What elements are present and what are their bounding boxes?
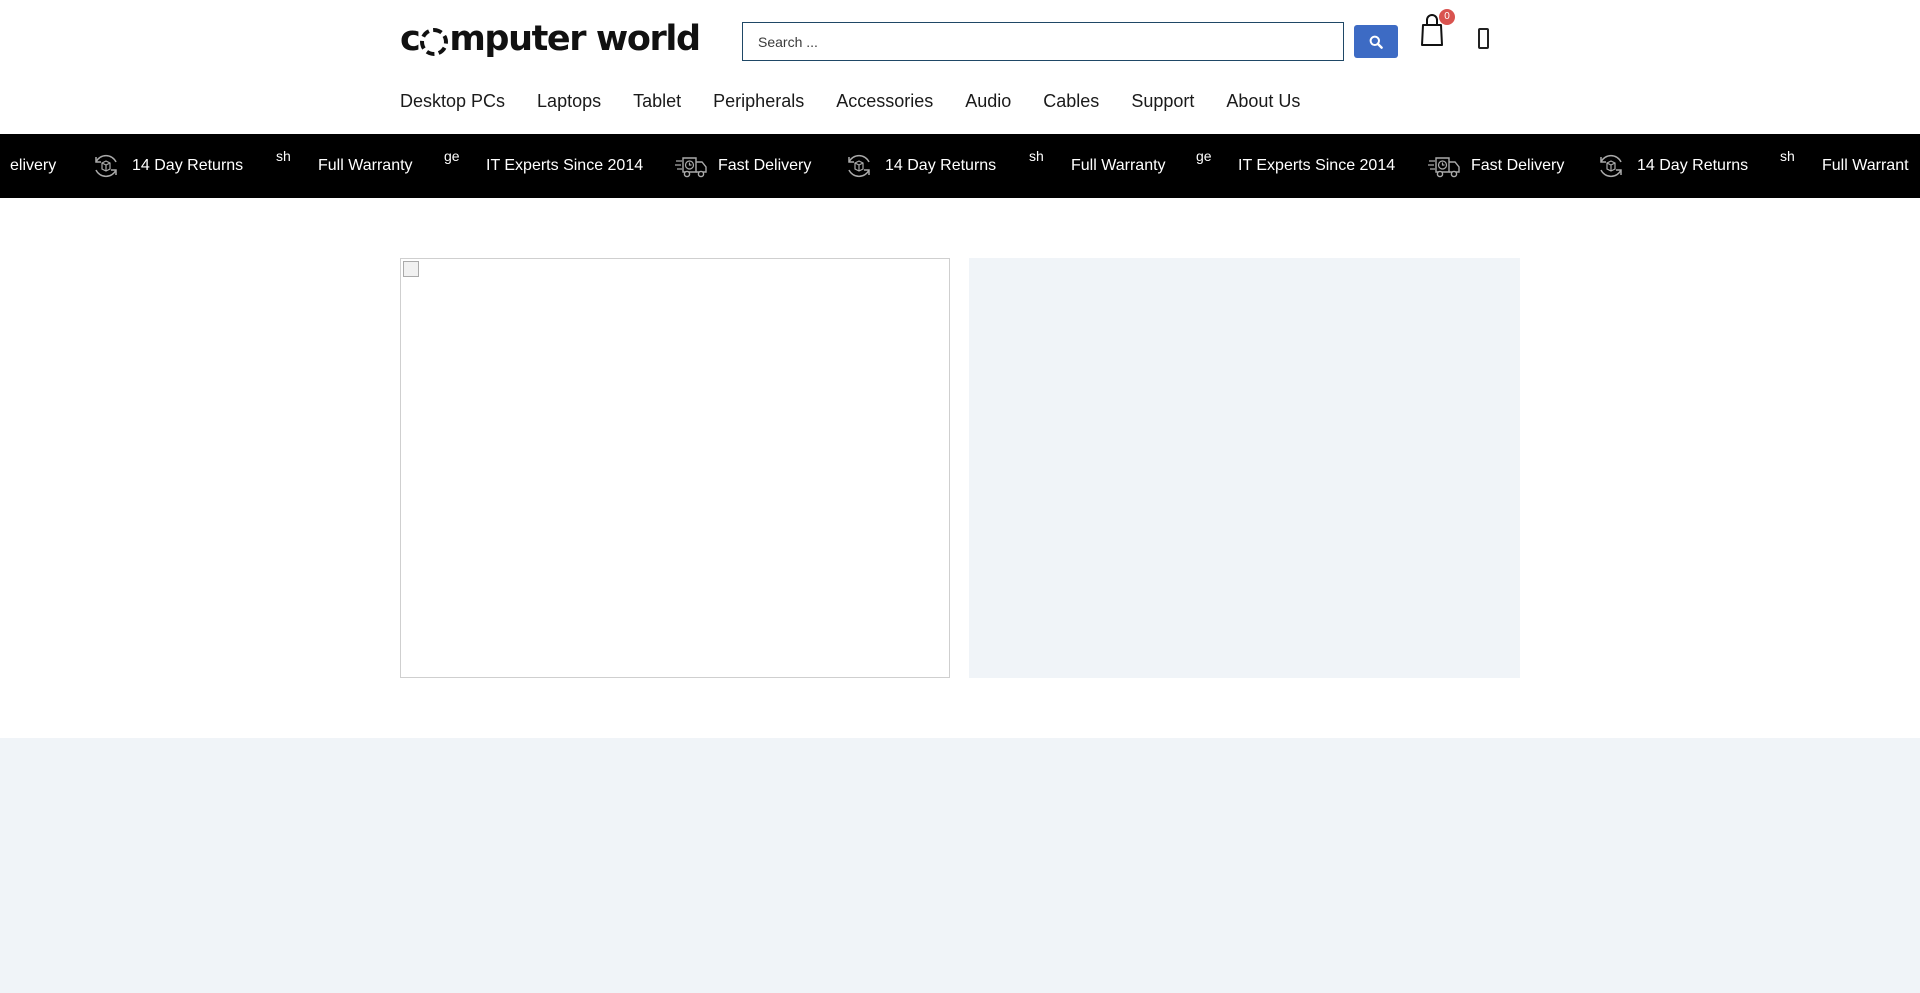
ticker-label: elivery — [10, 157, 57, 174]
ticker-item: elivery — [10, 134, 56, 198]
nav-audio[interactable]: Audio — [965, 88, 1011, 114]
warranty-shield-icon: sh — [1029, 148, 1044, 164]
search-input[interactable] — [742, 22, 1344, 61]
nav-peripherals[interactable]: Peripherals — [713, 88, 804, 114]
ticker-item: sh Full Warrant — [1780, 134, 1910, 198]
ticker-label: 14 Day Returns — [132, 157, 244, 174]
main-navigation: Desktop PCs Laptops Tablet Peripherals A… — [400, 88, 1332, 114]
warranty-shield-icon: sh — [276, 148, 291, 164]
search-button[interactable] — [1354, 25, 1398, 58]
site-logo[interactable]: c mputer world — [400, 17, 701, 61]
ticker-track: elivery 14 Day Returns sh Full Warranty … — [0, 134, 1920, 198]
ticker-item: sh Full Warranty — [1029, 134, 1166, 198]
logo-text-start: c — [400, 19, 421, 59]
delivery-truck-icon — [674, 152, 708, 180]
account-icon[interactable] — [1478, 28, 1489, 49]
site-header: c mputer world 0 Desktop PCs Laptops Tabl… — [0, 0, 1920, 134]
nav-laptops[interactable]: Laptops — [537, 88, 601, 114]
nav-support[interactable]: Support — [1131, 88, 1194, 114]
ticker-item: ge IT Experts Since 2014 — [1196, 134, 1395, 198]
returns-icon — [1595, 150, 1627, 182]
nav-desktop-pcs[interactable]: Desktop PCs — [400, 88, 505, 114]
product-info-panel — [969, 258, 1520, 678]
experts-gear-icon: ge — [444, 148, 460, 164]
benefits-ticker: elivery 14 Day Returns sh Full Warranty … — [0, 134, 1920, 198]
ticker-item: 14 Day Returns — [1595, 134, 1748, 198]
ticker-label: 14 Day Returns — [1637, 157, 1749, 174]
broken-image-icon — [403, 261, 419, 277]
returns-icon — [843, 150, 875, 182]
ticker-item: 14 Day Returns — [90, 134, 243, 198]
ticker-item: sh Full Warranty — [276, 134, 413, 198]
search-icon — [1369, 35, 1383, 49]
cart-count-badge: 0 — [1439, 9, 1455, 25]
ticker-label: Fast Delivery — [718, 157, 812, 174]
logo-ring-icon — [420, 28, 449, 56]
ticker-label: Full Warrant — [1822, 157, 1909, 174]
ticker-item: Fast Delivery — [674, 134, 811, 198]
logo-text-end: mputer world — [449, 19, 701, 59]
ticker-item: 14 Day Returns — [843, 134, 996, 198]
ticker-label: Full Warranty — [318, 157, 413, 174]
warranty-shield-icon: sh — [1780, 148, 1795, 164]
ticker-label: Full Warranty — [1071, 157, 1166, 174]
nav-accessories[interactable]: Accessories — [836, 88, 933, 114]
experts-gear-icon: ge — [1196, 148, 1212, 164]
footer-section — [0, 738, 1920, 993]
nav-tablet[interactable]: Tablet — [633, 88, 681, 114]
product-image[interactable] — [400, 258, 950, 678]
ticker-item: ge IT Experts Since 2014 — [444, 134, 643, 198]
ticker-label: 14 Day Returns — [885, 157, 997, 174]
returns-icon — [90, 150, 122, 182]
nav-cables[interactable]: Cables — [1043, 88, 1099, 114]
ticker-label: IT Experts Since 2014 — [486, 157, 644, 174]
ticker-label: Fast Delivery — [1471, 157, 1565, 174]
delivery-truck-icon — [1427, 152, 1461, 180]
nav-about-us[interactable]: About Us — [1226, 88, 1300, 114]
ticker-label: IT Experts Since 2014 — [1238, 157, 1396, 174]
ticker-item: Fast Delivery — [1427, 134, 1564, 198]
